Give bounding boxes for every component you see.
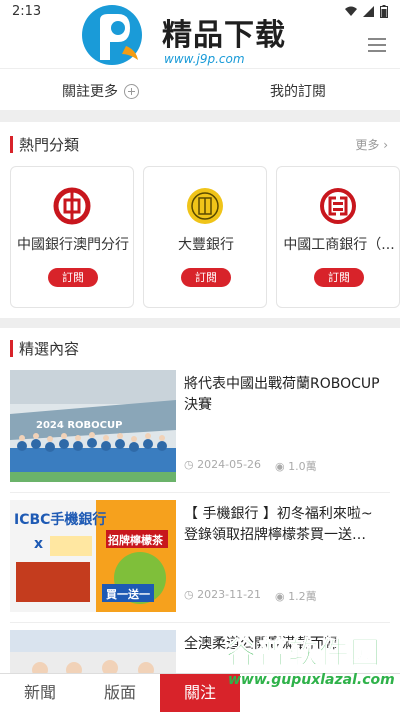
more-link[interactable]: 更多 › (355, 136, 388, 153)
watermark-url: www.j9p.com (164, 52, 245, 66)
nav-layout[interactable]: 版面 (80, 674, 160, 712)
subscribe-button[interactable]: 訂閱 (48, 268, 98, 287)
article-title: 【 手機銀行 】初冬福利來啦~ 登錄領取招牌檸檬茶買一送… (184, 506, 373, 543)
divider (10, 622, 390, 623)
category-card-taifung[interactable]: 大豐銀行 訂閱 (143, 166, 267, 308)
clock-icon: ◷ (184, 588, 194, 601)
chevron-right-icon: › (383, 138, 388, 152)
article-date: ◷ 2023-11-21 (184, 588, 262, 601)
watermark-title: 精品下载 (162, 18, 286, 53)
thumbnail-text: 買一送一 (106, 587, 150, 601)
status-time: 2:13 (12, 4, 42, 19)
divider (10, 492, 390, 493)
watermark-top: 精品下载 www.j9p.com (78, 2, 328, 72)
article-views: ◉ 1.2萬 (275, 590, 317, 603)
article-thumbnail: ICBC手機銀行 x 招牌檸檬茶 買一送一 (10, 500, 176, 612)
category-card-icbc[interactable]: 中國工商銀行（... 訂閱 (276, 166, 400, 308)
taifung-logo-icon (187, 188, 223, 224)
category-name: 中國工商銀行（... (283, 237, 395, 253)
section-marker (10, 135, 13, 153)
hot-categories-section: 熱門分類 更多 › 中國銀行澳門分行 訂閱 大豐銀行 訂閱 中國工商銀行（... (0, 122, 400, 318)
nav-news[interactable]: 新聞 (0, 674, 80, 712)
thumbnail-text: 2024 ROBOCUP (36, 420, 122, 431)
more-link-label: 更多 (355, 138, 380, 152)
watermark-bottom: 谷普软件园 www.gupuxlazal.com (220, 628, 400, 690)
status-icons (345, 5, 388, 18)
eye-icon: ◉ (275, 590, 285, 603)
featured-title: 精選內容 (19, 340, 80, 358)
watermark-bottom-title: 谷普软件园 (226, 636, 381, 672)
eye-icon: ◉ (275, 460, 285, 473)
plus-circle-icon (124, 83, 139, 99)
subscribe-button[interactable]: 訂閱 (314, 268, 364, 287)
article-date: ◷ 2024-05-26 (184, 458, 262, 471)
article-title: 將代表中國出戰荷蘭ROBOCUP決賽 (184, 376, 380, 413)
signal-icon (363, 6, 374, 17)
watermark-logo-icon (82, 5, 142, 65)
battery-icon (380, 5, 388, 18)
menu-icon[interactable] (368, 38, 386, 52)
thumbnail-text: 招牌檸檬茶 (108, 533, 164, 547)
article-views: ◉ 1.0萬 (275, 460, 317, 473)
thumbnail-text: ICBC手機銀行 (14, 511, 106, 528)
article-item[interactable]: 2024 ROBOCUP 將代表中國出戰荷蘭ROBOCUP決賽 ◷ 2024-0… (10, 370, 390, 482)
watermark-bottom-url: www.gupuxlazal.com (228, 672, 395, 688)
subscribe-button[interactable]: 訂閱 (181, 268, 231, 287)
article-thumbnail: 2024 ROBOCUP (10, 370, 176, 482)
hot-categories-header: 熱門分類 (10, 134, 79, 154)
thumbnail-text: x (34, 536, 43, 552)
section-marker (10, 340, 13, 357)
category-name: 中國銀行澳門分行 (17, 237, 129, 253)
wifi-icon (345, 6, 357, 16)
category-card-boc[interactable]: 中國銀行澳門分行 訂閱 (10, 166, 134, 308)
follow-more-label: 關註更多 (62, 84, 118, 100)
boc-logo-icon (53, 187, 91, 225)
article-item[interactable]: ICBC手機銀行 x 招牌檸檬茶 買一送一 【 手機銀行 】初冬福利來啦~ 登錄… (10, 500, 390, 612)
my-subscriptions-tab[interactable]: 我的訂閱 (270, 81, 326, 101)
icbc-logo-icon (320, 188, 356, 224)
hot-categories-title: 熱門分類 (19, 135, 80, 154)
article-meta: ◷ 2023-11-21 ◉ 1.2萬 (184, 588, 317, 604)
follow-more-button[interactable]: 關註更多 (62, 81, 139, 101)
category-name: 大豐銀行 (178, 237, 234, 253)
article-meta: ◷ 2024-05-26 ◉ 1.0萬 (184, 458, 317, 474)
clock-icon: ◷ (184, 458, 194, 471)
featured-header: 精選內容 (10, 338, 79, 359)
follow-tabs: 關註更多 我的訂閱 (0, 68, 400, 110)
